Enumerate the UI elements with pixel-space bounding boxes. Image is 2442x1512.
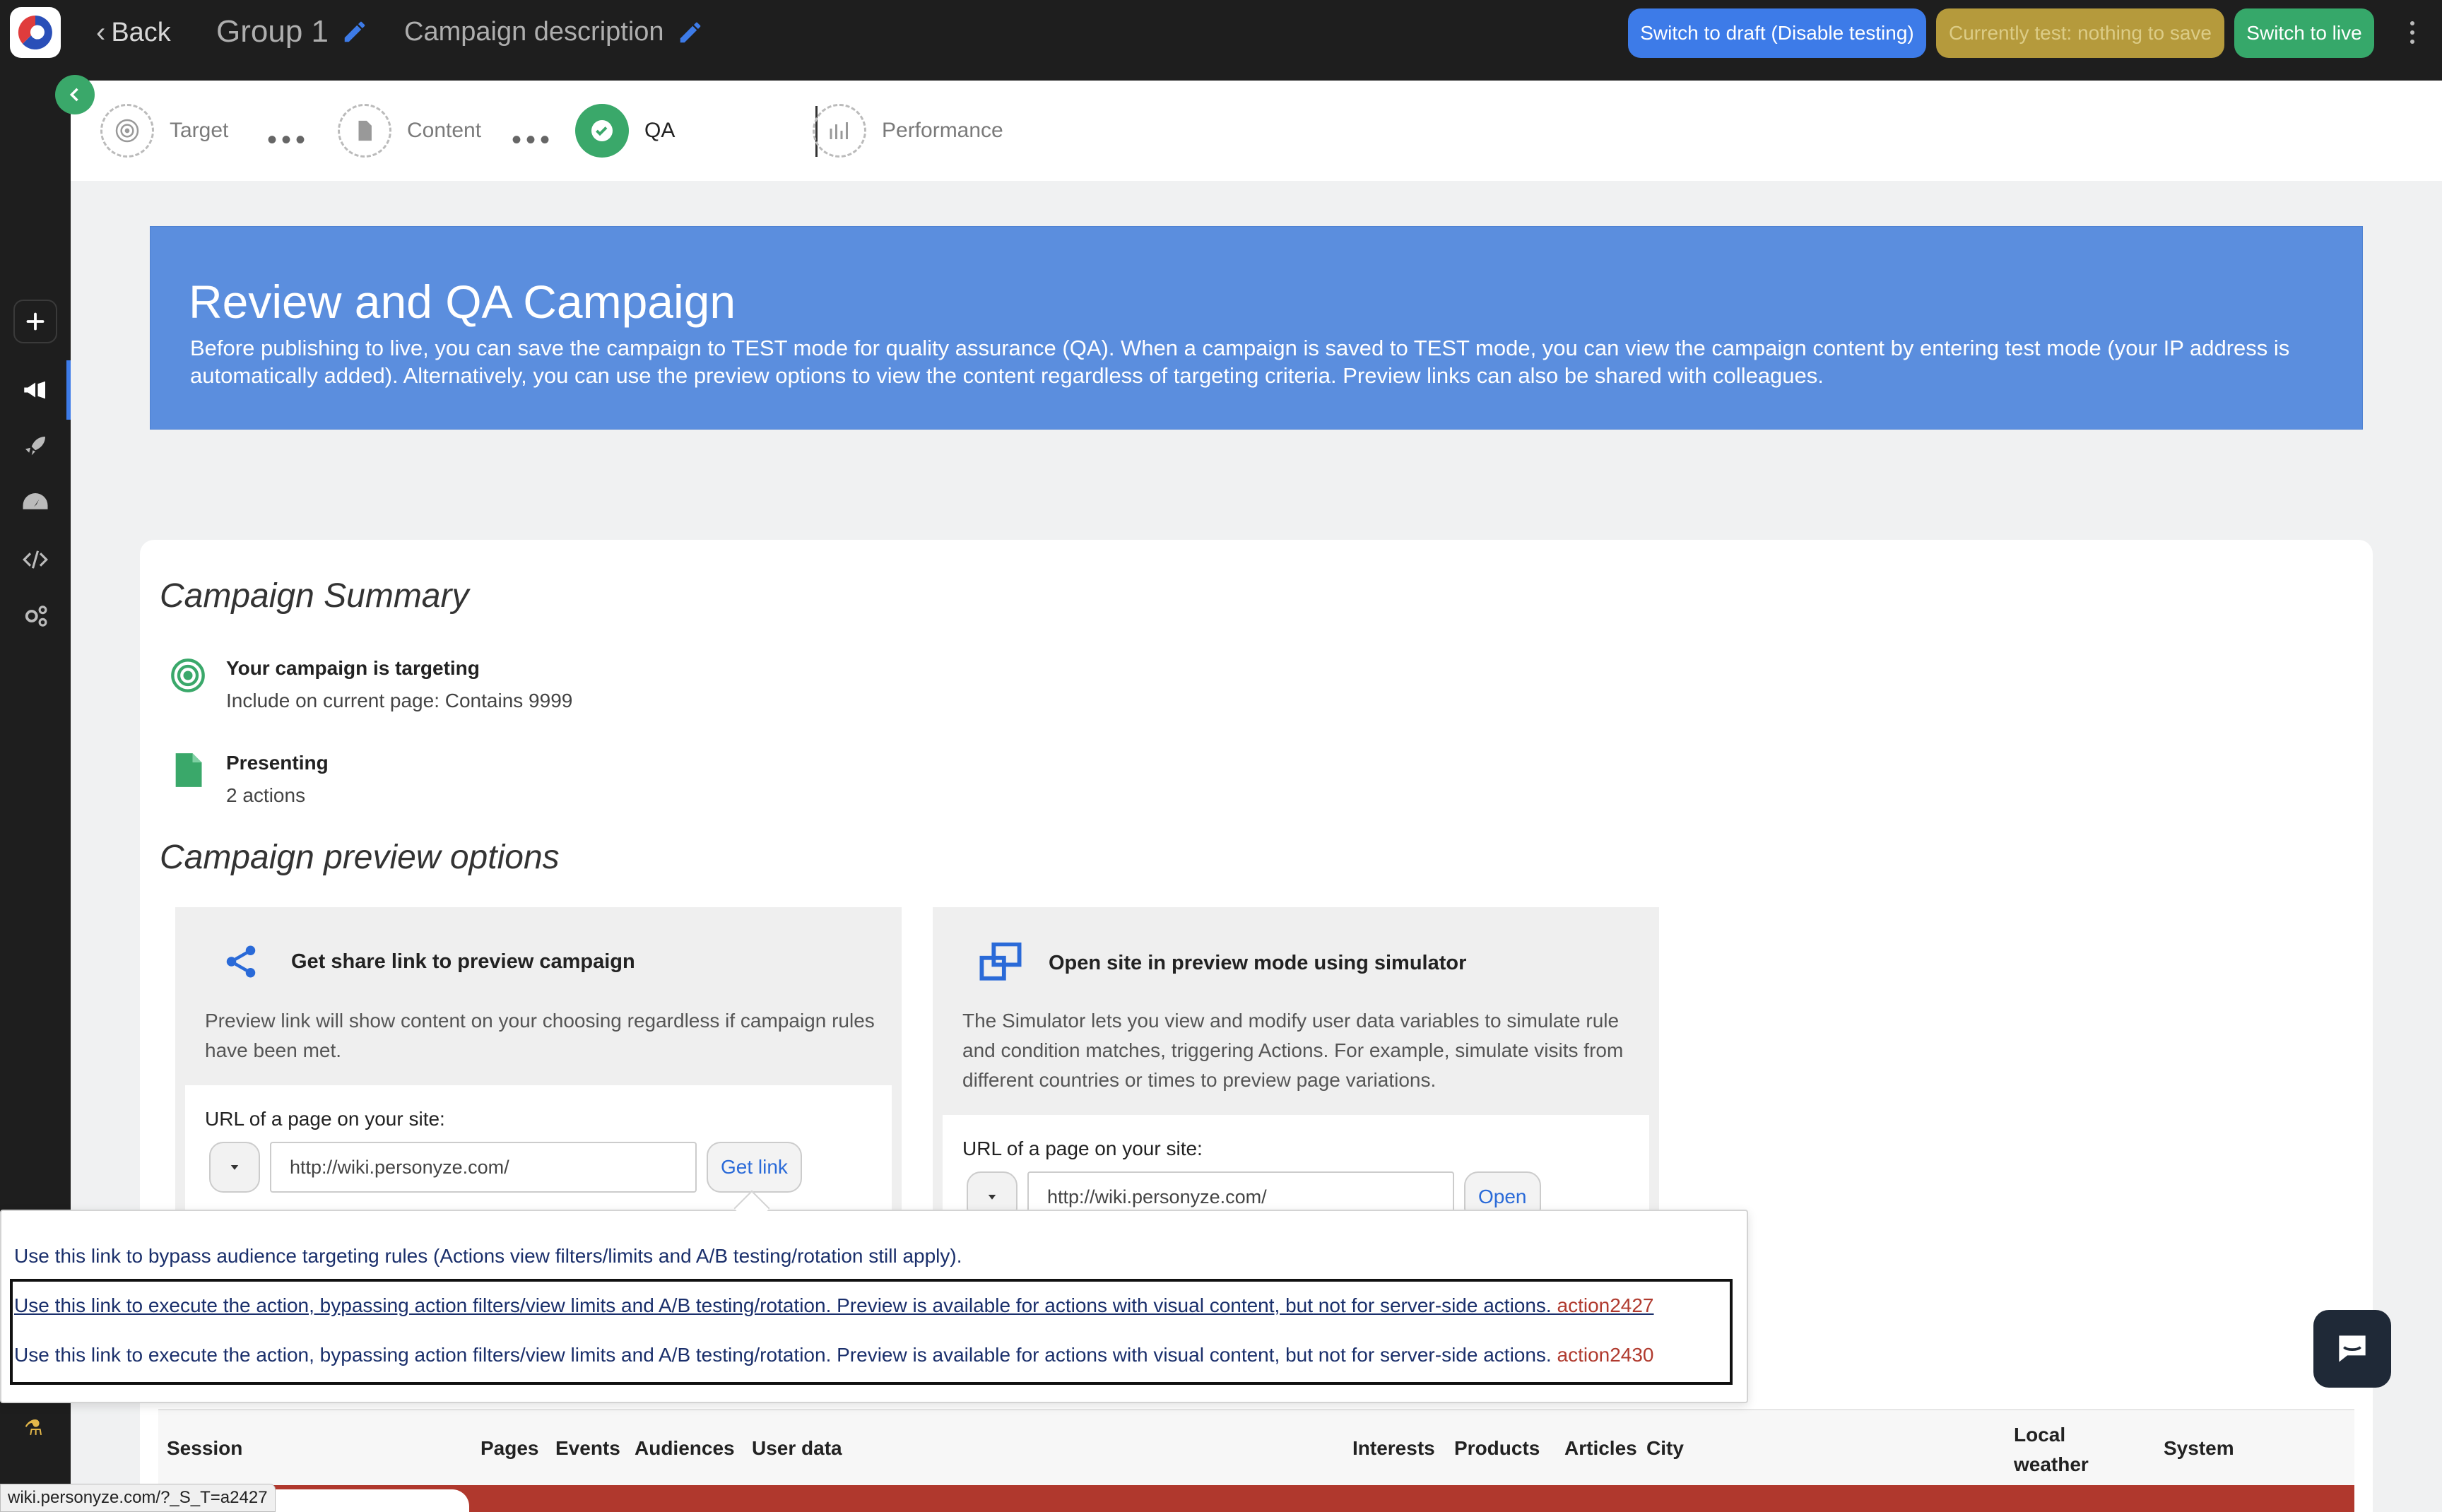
collapse-sidebar-button[interactable] (55, 75, 95, 114)
share-link-header: Get share link to preview campaign (222, 943, 635, 981)
banner-text: Before publishing to live, you can save … (190, 336, 2290, 388)
link-text: Use this link to execute the action, byp… (14, 1344, 1557, 1366)
campaign-description[interactable]: Campaign description (404, 17, 704, 47)
step-label: Target (170, 119, 229, 142)
beaker-icon[interactable]: ⚗ (24, 1416, 43, 1441)
link-text: Use this link to execute the action, byp… (14, 1294, 1557, 1316)
bypass-targeting-link[interactable]: Use this link to bypass audience targeti… (14, 1245, 962, 1268)
step-label: Performance (882, 119, 1003, 142)
col-user-data[interactable]: User data (752, 1437, 842, 1460)
group-title[interactable]: Group 1 (216, 14, 368, 49)
step-label: Content (407, 119, 482, 142)
targeting-summary: Your campaign is targeting Include on cu… (170, 657, 572, 712)
windows-icon (979, 943, 1022, 981)
col-system[interactable]: System (2164, 1437, 2234, 1460)
share-link-title: Get share link to preview campaign (291, 950, 635, 973)
share-url-input[interactable]: http://wiki.personyze.com/ (270, 1142, 697, 1193)
share-icon (226, 945, 256, 978)
targeting-detail: Include on current page: Contains 9999 (226, 690, 573, 711)
banner-title: Review and QA Campaign (189, 276, 736, 328)
document-icon (175, 753, 202, 787)
chat-icon (2339, 1335, 2366, 1362)
campaign-preview-title: Campaign preview options (160, 839, 560, 876)
col-interests[interactable]: Interests (1352, 1437, 1435, 1460)
table-row[interactable] (158, 1485, 2354, 1512)
qa-banner: Review and QA Campaign Before publishing… (150, 226, 2363, 430)
presenting-summary: Presenting 2 actions (170, 752, 329, 807)
simulator-description: The Simulator lets you view and modify u… (962, 1010, 1624, 1091)
action-preview-link-2430[interactable]: Use this link to execute the action, byp… (14, 1344, 1654, 1366)
step-connector: ••• (267, 124, 310, 155)
sidebar-active-indicator (66, 360, 71, 420)
check-icon (575, 104, 629, 158)
chevron-left-icon: ‹ (96, 17, 106, 48)
step-qa[interactable]: QA (575, 104, 675, 158)
target-icon (171, 658, 205, 692)
simulator-url-label: URL of a page on your site: (962, 1138, 1203, 1159)
megaphone-icon[interactable] (16, 370, 55, 410)
code-icon[interactable] (16, 540, 55, 579)
group-title-text: Group 1 (216, 14, 329, 49)
document-icon (338, 104, 391, 158)
presenting-title: Presenting (226, 752, 329, 774)
share-link-description: Preview link will show content on your c… (205, 1010, 875, 1061)
step-content[interactable]: Content (338, 104, 481, 158)
campaign-stepper: Target ••• Content ••• QA Performance (71, 81, 2442, 181)
col-pages[interactable]: Pages (480, 1437, 539, 1460)
back-button[interactable]: ‹ Back (96, 17, 171, 49)
col-audiences[interactable]: Audiences (635, 1437, 735, 1460)
action-id: action2430 (1557, 1344, 1654, 1366)
action-id: action2427 (1557, 1294, 1654, 1316)
more-menu-icon[interactable] (2405, 18, 2419, 49)
dashboard-icon[interactable] (16, 483, 55, 523)
pencil-icon[interactable] (341, 18, 368, 45)
sessions-table-header: Session Pages Events Audiences User data… (158, 1409, 2354, 1485)
target-icon (100, 104, 154, 158)
simulator-title: Open site in preview mode using simulato… (1049, 951, 1467, 974)
campaign-summary-title: Campaign Summary (160, 577, 469, 615)
top-bar: ‹ Back Group 1 Campaign description Swit… (0, 0, 2442, 81)
url-history-dropdown[interactable] (209, 1142, 260, 1193)
chevron-left-icon (69, 88, 78, 102)
action-preview-link-2427[interactable]: Use this link to execute the action, byp… (14, 1294, 1654, 1317)
status-bar-url: wiki.personyze.com/?_S_T=a2427 (0, 1484, 276, 1512)
step-target[interactable]: Target (100, 104, 228, 158)
bar-chart-icon (813, 104, 866, 158)
share-url-label: URL of a page on your site: (205, 1108, 445, 1130)
add-icon[interactable] (13, 300, 57, 343)
step-label: QA (644, 119, 676, 142)
rocket-icon[interactable] (16, 427, 55, 466)
back-label: Back (111, 18, 171, 47)
get-link-button[interactable]: Get link (707, 1142, 802, 1193)
preview-links-popover: Use this link to bypass audience targeti… (0, 1210, 1748, 1403)
col-events[interactable]: Events (555, 1437, 620, 1460)
caret-down-icon (988, 1195, 996, 1200)
col-articles[interactable]: Articles (1564, 1437, 1637, 1460)
switch-to-live-button[interactable]: Switch to live (2234, 8, 2374, 58)
simulator-header: Open site in preview mode using simulato… (978, 943, 1466, 984)
share-url-row: http://wiki.personyze.com/ Get link (209, 1142, 802, 1193)
share-link-panel: Get share link to preview campaign Previ… (175, 907, 902, 1246)
settings-icon[interactable] (16, 596, 55, 636)
campaign-description-text: Campaign description (404, 17, 664, 47)
col-session[interactable]: Session (167, 1437, 242, 1460)
chat-button[interactable] (2313, 1310, 2391, 1388)
personyze-logo[interactable] (10, 7, 61, 58)
col-products[interactable]: Products (1454, 1437, 1540, 1460)
presenting-detail: 2 actions (226, 784, 306, 806)
switch-to-draft-button[interactable]: Switch to draft (Disable testing) (1628, 8, 1926, 58)
step-connector: ••• (512, 124, 555, 155)
targeting-title: Your campaign is targeting (226, 657, 480, 679)
caret-down-icon (230, 1165, 239, 1170)
pencil-icon[interactable] (677, 19, 704, 46)
currently-test-button[interactable]: Currently test: nothing to save (1936, 8, 2224, 58)
col-local-weather[interactable]: Local weather (2014, 1420, 2106, 1479)
col-city[interactable]: City (1646, 1437, 1684, 1460)
step-performance[interactable]: Performance (813, 104, 1003, 158)
